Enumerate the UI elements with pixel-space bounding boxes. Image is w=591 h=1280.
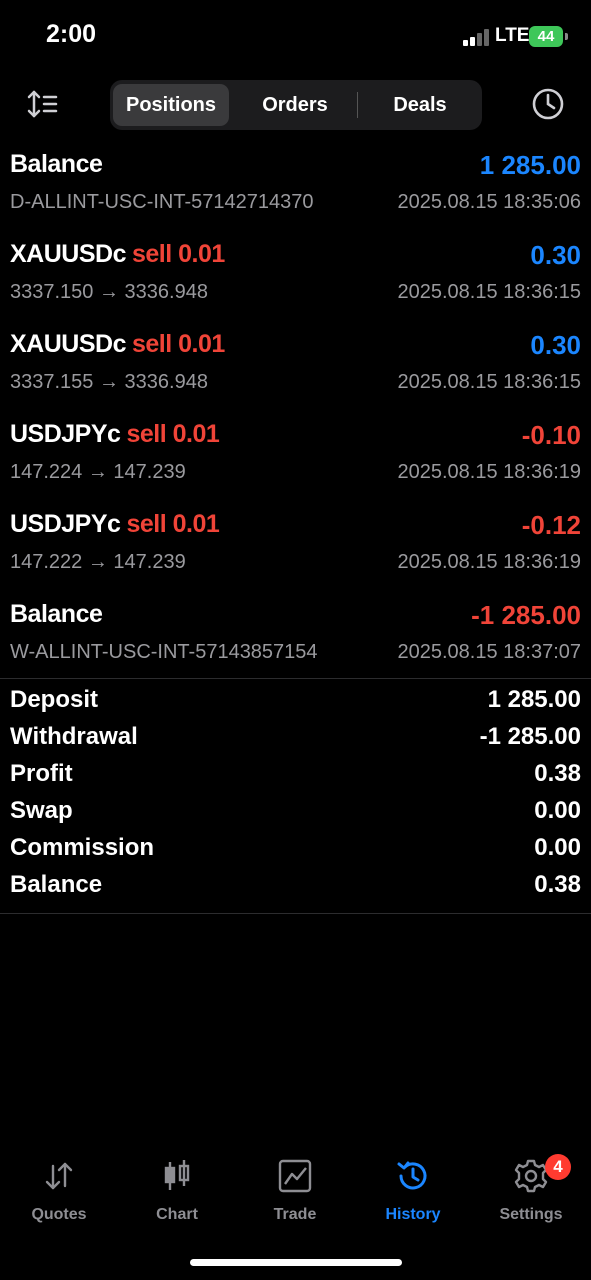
summary-label: Commission <box>10 834 155 861</box>
summary-value: 1 285.00 <box>487 686 581 713</box>
battery-tip <box>565 33 568 40</box>
list-item[interactable]: USDJPYc sell 0.01 -0.10 147.224 → 147.239… <box>0 416 591 506</box>
summary-value: 0.00 <box>534 797 581 824</box>
deal-detail: D-ALLINT-USC-INT-57142714370 <box>10 191 314 213</box>
quotes-icon <box>41 1158 77 1194</box>
summary-label: Swap <box>10 797 73 824</box>
deal-amount: -1 285.00 <box>471 600 581 630</box>
tab-positions[interactable]: Positions <box>113 84 229 126</box>
summary-label: Profit <box>10 760 73 787</box>
deal-amount: 0.30 <box>530 240 581 270</box>
deal-side: sell 0.01 <box>131 240 225 268</box>
summary-value: 0.38 <box>534 871 581 898</box>
settings-badge: 4 <box>545 1154 571 1180</box>
summary-balance: Balance 0.38 <box>0 871 591 908</box>
tab-label: Trade <box>273 1206 317 1223</box>
deal-detail: 3337.150 → 3336.948 <box>10 281 208 303</box>
summary-swap: Swap 0.00 <box>0 797 591 834</box>
tab-chart[interactable]: Chart <box>118 1150 236 1240</box>
deal-title: Balance <box>10 150 103 179</box>
summary-value: 0.38 <box>534 760 581 787</box>
tab-deals[interactable]: Deals <box>360 84 480 126</box>
divider <box>0 678 591 679</box>
deal-title: XAUUSDc sell 0.01 <box>10 330 225 359</box>
deal-side: sell 0.01 <box>126 510 220 538</box>
deal-date: 2025.08.15 18:36:15 <box>397 371 581 393</box>
home-indicator[interactable] <box>190 1259 402 1266</box>
tab-quotes[interactable]: Quotes <box>0 1150 118 1240</box>
tab-label: Quotes <box>31 1206 87 1223</box>
summary-value: -1 285.00 <box>479 723 581 750</box>
tab-trade[interactable]: Trade <box>236 1150 354 1240</box>
deal-symbol: XAUUSDc <box>10 330 126 358</box>
gear-icon <box>513 1158 549 1194</box>
deal-date: 2025.08.15 18:37:07 <box>397 641 581 663</box>
summary-withdrawal: Withdrawal -1 285.00 <box>0 723 591 760</box>
deal-date: 2025.08.15 18:35:06 <box>397 191 581 213</box>
chart-icon <box>159 1158 195 1194</box>
battery-icon: 44 <box>529 26 563 47</box>
deal-date: 2025.08.15 18:36:19 <box>397 551 581 573</box>
deal-symbol: USDJPYc <box>10 510 121 538</box>
list-item[interactable]: USDJPYc sell 0.01 -0.12 147.222 → 147.239… <box>0 506 591 596</box>
deal-symbol: Balance <box>10 150 103 178</box>
tab-label: Chart <box>156 1206 198 1223</box>
list-item[interactable]: Balance 1 285.00 D-ALLINT-USC-INT-571427… <box>0 146 591 236</box>
deal-amount: 1 285.00 <box>479 150 581 180</box>
summary-profit: Profit 0.38 <box>0 760 591 797</box>
deal-title: USDJPYc sell 0.01 <box>10 510 220 539</box>
deal-date: 2025.08.15 18:36:19 <box>397 461 581 483</box>
list-item[interactable]: Balance -1 285.00 W-ALLINT-USC-INT-57143… <box>0 596 591 686</box>
tab-label: Settings <box>499 1206 563 1223</box>
tab-label: History <box>385 1206 441 1223</box>
deal-title: USDJPYc sell 0.01 <box>10 420 220 449</box>
summary-value: 0.00 <box>534 834 581 861</box>
deal-side: sell 0.01 <box>126 420 220 448</box>
list-item[interactable]: XAUUSDc sell 0.01 0.30 3337.155 → 3336.94… <box>0 326 591 416</box>
signal-icon <box>463 29 491 46</box>
summary-deposit: Deposit 1 285.00 <box>0 686 591 723</box>
summary-commission: Commission 0.00 <box>0 834 591 871</box>
deal-side: sell 0.01 <box>131 330 225 358</box>
summary-label: Balance <box>10 871 103 898</box>
bottom-tab-bar: Quotes Chart Trade History Settings <box>0 1150 591 1240</box>
summary-label: Withdrawal <box>10 723 138 750</box>
summary: Deposit 1 285.00 Withdrawal -1 285.00 Pr… <box>0 686 591 908</box>
history-view-segmented-control: Positions Orders Deals <box>110 80 482 130</box>
divider <box>0 913 591 914</box>
clock-icon[interactable] <box>530 86 566 122</box>
tab-settings[interactable]: Settings <box>472 1150 590 1240</box>
deal-detail: 147.224 → 147.239 <box>10 461 186 483</box>
network-label: LTE <box>495 25 530 46</box>
deal-amount: -0.10 <box>521 420 581 450</box>
deal-date: 2025.08.15 18:36:15 <box>397 281 581 303</box>
status-time: 2:00 <box>46 20 97 48</box>
deal-detail: 147.222 → 147.239 <box>10 551 186 573</box>
deal-detail: 3337.155 → 3336.948 <box>10 371 208 393</box>
deal-title: XAUUSDc sell 0.01 <box>10 240 225 269</box>
deal-detail: W-ALLINT-USC-INT-57143857154 <box>10 641 318 663</box>
deal-symbol: XAUUSDc <box>10 240 126 268</box>
deal-title: Balance <box>10 600 103 629</box>
trade-icon <box>277 1158 313 1194</box>
deal-amount: -0.12 <box>521 510 581 540</box>
deal-symbol: USDJPYc <box>10 420 121 448</box>
history-icon <box>395 1158 431 1194</box>
segment-divider <box>357 92 358 118</box>
status-bar: 2:00 LTE 44 <box>0 0 591 70</box>
sort-icon[interactable] <box>26 88 62 120</box>
deals-list: Balance 1 285.00 D-ALLINT-USC-INT-571427… <box>0 146 591 686</box>
summary-label: Deposit <box>10 686 99 713</box>
toolbar: Positions Orders Deals <box>0 80 591 132</box>
list-item[interactable]: XAUUSDc sell 0.01 0.30 3337.150 → 3336.94… <box>0 236 591 326</box>
deal-amount: 0.30 <box>530 330 581 360</box>
deal-symbol: Balance <box>10 600 103 628</box>
tab-orders[interactable]: Orders <box>235 84 355 126</box>
tab-history[interactable]: History <box>354 1150 472 1240</box>
